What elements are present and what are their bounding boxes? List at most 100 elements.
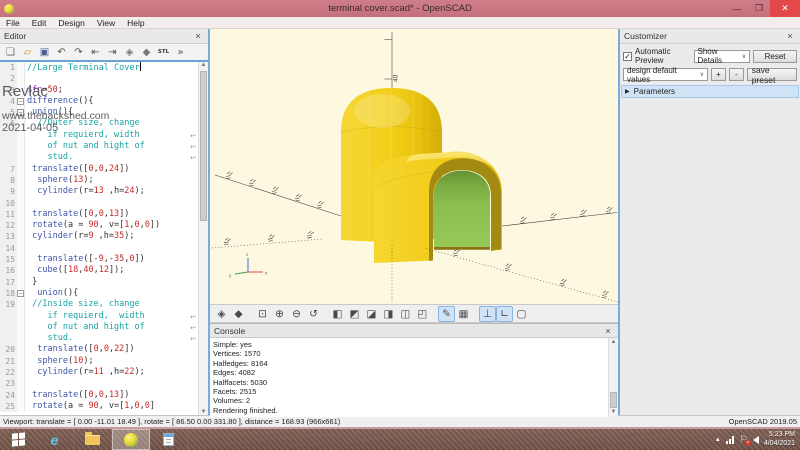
system-tray: ▲ ⚐× 5:23 PM 4/04/2021 xyxy=(715,429,800,450)
customizer-panel: Customizer × ✓ Automatic Preview Show De… xyxy=(620,29,800,415)
action-center-flag-icon[interactable]: ⚐× xyxy=(740,435,748,444)
automatic-preview-checkbox[interactable]: ✓ xyxy=(623,52,632,61)
console-scroll-thumb[interactable] xyxy=(610,392,617,408)
remove-preset-button[interactable]: - xyxy=(729,68,744,81)
line-number: 23 xyxy=(0,378,17,389)
menu-design[interactable]: Design xyxy=(52,18,90,28)
editor-panel: Editor × ❏▱▣↶↷⇤⇥◈◆STL» 1//Large Terminal… xyxy=(0,29,208,415)
show-wireframe-button[interactable]: ▦ xyxy=(455,306,472,322)
editor-unindent-button[interactable]: ⇤ xyxy=(87,44,104,60)
speaker-icon[interactable] xyxy=(753,436,759,444)
menu-help[interactable]: Help xyxy=(121,18,150,28)
start-button[interactable] xyxy=(0,429,36,450)
editor-undo-button[interactable]: ↶ xyxy=(53,44,70,60)
show-hidden-icons-button[interactable]: ▲ xyxy=(715,437,721,443)
render-button[interactable]: ◆ xyxy=(230,306,247,322)
menu-file[interactable]: File xyxy=(0,18,26,28)
code-line: 12 rotate(a = 90, v=[1,0,0]) xyxy=(0,220,198,231)
orthogonal-view-button[interactable]: ▢ xyxy=(513,306,530,322)
scroll-up-icon[interactable]: ▲ xyxy=(609,338,618,347)
editor-redo-button[interactable]: ↷ xyxy=(70,44,87,60)
view-front-button[interactable]: ◫ xyxy=(397,306,414,322)
chevron-down-icon: ∨ xyxy=(695,71,704,78)
zoom-in-button[interactable]: ⊕ xyxy=(271,306,288,322)
network-icon[interactable] xyxy=(726,436,735,444)
viewport-status-text: Viewport: translate = [ 0.00 -11.01 18.4… xyxy=(3,417,340,426)
view-left-button[interactable]: ◨ xyxy=(380,306,397,322)
reset-view-button[interactable]: ↺ xyxy=(305,306,322,322)
console-close-icon[interactable]: × xyxy=(602,326,614,336)
fold-marker-icon[interactable]: − xyxy=(17,109,24,116)
editor-new-file-button[interactable]: ❏ xyxy=(2,44,19,60)
taskbar-item-notepad[interactable] xyxy=(150,429,188,450)
code-line: stud.↩ xyxy=(0,333,198,344)
code-line: 11 translate([0,0,13]) xyxy=(0,209,198,220)
editor-preview-button[interactable]: ◈ xyxy=(121,44,138,60)
save-preset-button[interactable]: save preset xyxy=(747,68,797,81)
editor-save-button[interactable]: ▣ xyxy=(36,44,53,60)
zoom-out-button[interactable]: ⊖ xyxy=(288,306,305,322)
code-line: 15 translate([-9,-35,0]) xyxy=(0,254,198,265)
code-lines[interactable]: 1//Large Terminal Cover23$fn=50;4−differ… xyxy=(0,62,198,415)
taskbar-item-openscad[interactable] xyxy=(112,429,150,450)
close-button[interactable]: ✕ xyxy=(770,0,800,17)
line-number: 13 xyxy=(0,231,17,242)
reset-button[interactable]: Reset xyxy=(753,50,797,63)
console-scrollbar[interactable]: ▲ ▼ xyxy=(608,338,618,417)
editor-export-stl-button[interactable]: STL xyxy=(155,44,172,60)
show-details-dropdown[interactable]: Show Details ∨ xyxy=(694,50,751,63)
editor-more-button[interactable]: » xyxy=(172,44,189,60)
editor-toolbar: ❏▱▣↶↷⇤⇥◈◆STL» xyxy=(0,44,208,62)
console-output[interactable]: ▲ ▼ Simple: yesVertices: 1570Halfedges: … xyxy=(210,338,618,417)
console-header: Console × xyxy=(210,324,618,338)
editor-scrollbar[interactable]: ▲ ▼ xyxy=(198,62,208,415)
code-line: 21 sphere(10); xyxy=(0,356,198,367)
expander-icon[interactable]: ▶ xyxy=(625,88,630,95)
scroll-down-icon[interactable]: ▼ xyxy=(199,409,208,415)
notepad-icon xyxy=(163,433,174,446)
view-bottom-button[interactable]: ◪ xyxy=(363,306,380,322)
show-surfaces-button[interactable]: ✎ xyxy=(438,306,455,322)
taskbar-item-internet-explorer[interactable]: e xyxy=(36,429,74,450)
taskbar-clock[interactable]: 5:23 PM 4/04/2021 xyxy=(764,431,795,448)
editor-scroll-thumb[interactable] xyxy=(200,71,207,221)
preset-dropdown[interactable]: design default values ∨ xyxy=(623,68,708,81)
editor-indent-button[interactable]: ⇥ xyxy=(104,44,121,60)
scroll-up-icon[interactable]: ▲ xyxy=(199,62,208,68)
viewport-3d[interactable]: 40 xyxy=(210,29,618,304)
parameters-group[interactable]: ▶ Parameters xyxy=(621,85,799,98)
line-number: 16 xyxy=(0,265,17,276)
fold-marker-icon[interactable]: − xyxy=(17,290,24,297)
editor-render-button[interactable]: ◆ xyxy=(138,44,155,60)
show-scale-markers-button[interactable]: ∟ xyxy=(496,306,513,322)
preview-button[interactable]: ◈ xyxy=(213,306,230,322)
menu-edit[interactable]: Edit xyxy=(26,18,53,28)
line-number: 12 xyxy=(0,220,17,231)
line-number: 7 xyxy=(0,164,17,175)
customizer-header: Customizer × xyxy=(620,29,800,44)
editor-open-button[interactable]: ▱ xyxy=(19,44,36,60)
taskbar-item-file-explorer[interactable] xyxy=(74,429,112,450)
console-line: Facets: 2515 xyxy=(213,387,615,396)
code-line: 25 rotate(a = 90, v=[1,0,0] xyxy=(0,401,198,412)
fold-marker-icon[interactable]: − xyxy=(17,98,24,105)
code-editor[interactable]: 1//Large Terminal Cover23$fn=50;4−differ… xyxy=(0,62,208,415)
maximize-button[interactable]: ❐ xyxy=(748,0,770,17)
center-column: 40 xyxy=(210,29,618,415)
view-right-button[interactable]: ◧ xyxy=(329,306,346,322)
console-panel: Console × ▲ ▼ Simple: yesVertices: 1570H… xyxy=(210,323,618,417)
view-top-button[interactable]: ◩ xyxy=(346,306,363,322)
add-preset-button[interactable]: + xyxy=(711,68,726,81)
title-bar[interactable]: terminal cover.scad* - OpenSCAD — ❐ ✕ xyxy=(0,0,800,17)
customizer-close-icon[interactable]: × xyxy=(784,31,796,41)
show-axes-button[interactable]: ⊥ xyxy=(479,306,496,322)
view-all-button[interactable]: ⊡ xyxy=(254,306,271,322)
minimize-button[interactable]: — xyxy=(726,0,748,17)
code-line: 10 xyxy=(0,198,198,209)
customizer-title: Customizer xyxy=(624,31,667,41)
view-back-button[interactable]: ◰ xyxy=(414,306,431,322)
editor-close-icon[interactable]: × xyxy=(192,31,204,41)
line-number: 3 xyxy=(0,85,17,96)
menu-view[interactable]: View xyxy=(91,18,121,28)
scroll-down-icon[interactable]: ▼ xyxy=(609,408,618,417)
